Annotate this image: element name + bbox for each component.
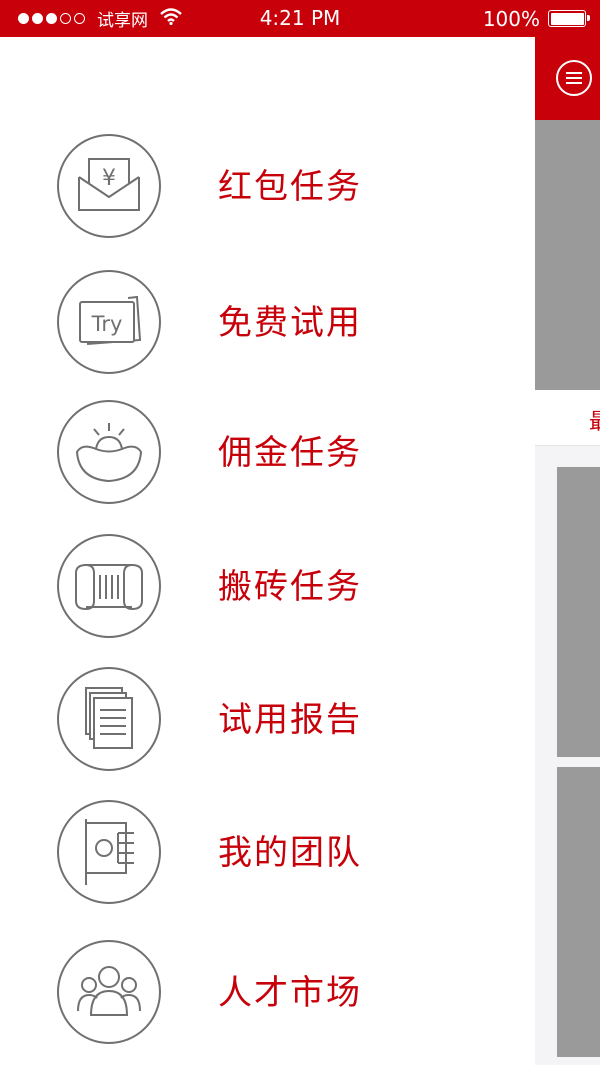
menu-item-label: 免费试用 — [218, 303, 362, 343]
battery-icon — [548, 10, 590, 27]
menu-item-red-envelope-task[interactable]: ¥ 红包任务 — [0, 133, 535, 243]
menu-item-label: 我的团队 — [218, 833, 362, 873]
menu-item-label: 搬砖任务 — [218, 567, 362, 607]
banner-image[interactable] — [535, 120, 600, 390]
menu-item-brick-task[interactable]: 搬砖任务 — [0, 533, 535, 643]
status-right: 100% — [482, 0, 590, 37]
menu-item-commission-task[interactable]: 佣金任务 — [0, 399, 535, 509]
menu-item-label: 佣金任务 — [218, 433, 362, 473]
menu-item-label: 红包任务 — [218, 167, 362, 207]
menu-item-label: 人才市场 — [218, 973, 362, 1013]
product-card[interactable] — [557, 467, 600, 757]
menu-item-talent-market[interactable]: 人才市场 — [0, 939, 535, 1049]
scroll-icon — [56, 533, 162, 639]
red-envelope-icon: ¥ — [56, 133, 162, 239]
app-screen: 试享网 4:21 PM 100% 最 — [0, 0, 600, 1065]
side-drawer-menu: ¥ 红包任务 Try 免费试用 佣金任务 搬砖任务 试用报告 我的团队 人才市场 — [0, 37, 535, 1065]
try-text: Try — [91, 312, 123, 336]
menu-item-my-team[interactable]: 我的团队 — [0, 799, 535, 909]
people-group-icon — [56, 939, 162, 1045]
documents-icon — [56, 666, 162, 772]
yen-symbol: ¥ — [102, 166, 116, 191]
content-tab-bar[interactable]: 最 — [535, 390, 600, 446]
battery-percentage: 100% — [482, 6, 540, 31]
content-tab-label[interactable]: 最 — [589, 404, 600, 436]
team-flag-icon — [56, 799, 162, 905]
main-content-peek[interactable]: 最 — [535, 37, 600, 1065]
menu-item-trial-report[interactable]: 试用报告 — [0, 666, 535, 776]
menu-item-free-trial[interactable]: Try 免费试用 — [0, 269, 535, 379]
status-bar: 试享网 4:21 PM 100% — [0, 0, 600, 37]
product-card[interactable] — [557, 767, 600, 1057]
try-cards-icon: Try — [56, 269, 162, 375]
main-header — [535, 37, 600, 120]
gold-ingot-icon — [56, 399, 162, 505]
menu-toggle-icon[interactable] — [556, 60, 592, 96]
menu-item-label: 试用报告 — [218, 700, 362, 740]
